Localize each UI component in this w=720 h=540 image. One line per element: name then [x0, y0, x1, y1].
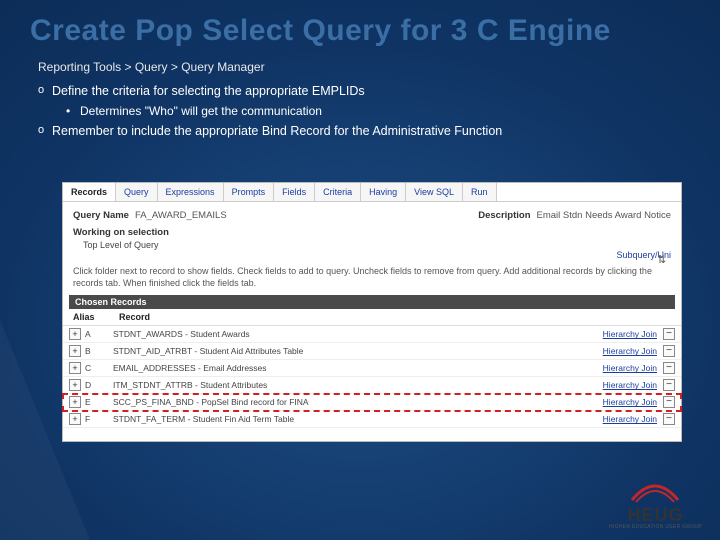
col-record: Record [119, 312, 671, 322]
remove-icon[interactable]: − [663, 379, 675, 391]
decorative-corner [0, 320, 90, 540]
hierarchy-join-link[interactable]: Hierarchy Join [603, 380, 657, 390]
hierarchy-join-link[interactable]: Hierarchy Join [603, 329, 657, 339]
remove-icon[interactable]: − [663, 362, 675, 374]
remove-icon[interactable]: − [663, 328, 675, 340]
query-manager-screenshot: Records Query Expressions Prompts Fields… [62, 182, 682, 442]
query-name-value: FA_AWARD_EMAILS [135, 210, 227, 221]
remove-icon[interactable]: − [663, 345, 675, 357]
tab-criteria[interactable]: Criteria [315, 183, 361, 201]
tab-having[interactable]: Having [361, 183, 406, 201]
tab-expressions[interactable]: Expressions [158, 183, 224, 201]
hierarchy-join-link[interactable]: Hierarchy Join [603, 397, 657, 407]
remove-icon[interactable]: − [663, 396, 675, 408]
query-name-label: Query Name [73, 210, 129, 221]
record-name-cell: STDNT_AID_ATRBT - Student Aid Attributes… [113, 346, 603, 356]
tab-view-sql[interactable]: View SQL [406, 183, 463, 201]
subquery-link[interactable]: Subquery/Uni [63, 250, 681, 260]
record-name-cell: STDNT_FA_TERM - Student Fin Aid Term Tab… [113, 414, 603, 424]
table-row-highlighted: + E SCC_PS_FINA_BND - PopSel Bind record… [63, 394, 681, 411]
hierarchy-join-link[interactable]: Hierarchy Join [603, 363, 657, 373]
remove-icon[interactable]: − [663, 413, 675, 425]
sub-bullet-item: Determines "Who" will get the communicat… [52, 104, 720, 118]
heug-logo: HEUG HIGHER EDUCATION USER GROUP [609, 480, 702, 530]
records-table-header: Alias Record [63, 309, 681, 326]
tab-query[interactable]: Query [116, 183, 158, 201]
logo-swoosh-icon [628, 480, 682, 506]
tab-bar: Records Query Expressions Prompts Fields… [63, 183, 681, 202]
table-row: + F STDNT_FA_TERM - Student Fin Aid Term… [63, 411, 681, 428]
table-row: + C EMAIL_ADDRESSES - Email Addresses Hi… [63, 360, 681, 377]
description-label: Description [478, 210, 530, 221]
tab-run[interactable]: Run [463, 183, 497, 201]
working-on-selection: Working on selection [63, 225, 681, 238]
table-row: + A STDNT_AWARDS - Student Awards Hierar… [63, 326, 681, 343]
bullet-item: Remember to include the appropriate Bind… [38, 124, 720, 138]
tab-records[interactable]: Records [63, 183, 116, 201]
record-name-cell: ITM_STDNT_ATTRB - Student Attributes [113, 380, 603, 390]
record-name-cell: STDNT_AWARDS - Student Awards [113, 329, 603, 339]
record-name-cell: SCC_PS_FINA_BND - PopSel Bind record for… [113, 397, 603, 407]
table-row: + D ITM_STDNT_ATTRB - Student Attributes… [63, 377, 681, 394]
bullet-text: Define the criteria for selecting the ap… [52, 84, 365, 98]
tab-fields[interactable]: Fields [274, 183, 315, 201]
logo-text: HEUG [609, 506, 702, 524]
slide-title: Create Pop Select Query for 3 C Engine [0, 0, 720, 48]
sort-icon[interactable]: ⇅ [657, 253, 671, 267]
description-value: Email Stdn Needs Award Notice [537, 210, 671, 221]
hierarchy-join-link[interactable]: Hierarchy Join [603, 414, 657, 424]
chosen-records-header: Chosen Records [69, 295, 675, 309]
record-name-cell: EMAIL_ADDRESSES - Email Addresses [113, 363, 603, 373]
logo-subtext: HIGHER EDUCATION USER GROUP [609, 524, 702, 530]
table-row: + B STDNT_AID_ATRBT - Student Aid Attrib… [63, 343, 681, 360]
hierarchy-join-link[interactable]: Hierarchy Join [603, 346, 657, 356]
breadcrumb: Reporting Tools > Query > Query Manager [38, 60, 720, 74]
top-level-of-query: Top Level of Query [63, 238, 681, 250]
instructions-text: Click folder next to record to show fiel… [63, 260, 681, 295]
tab-prompts[interactable]: Prompts [224, 183, 275, 201]
bullet-item: Define the criteria for selecting the ap… [38, 84, 720, 118]
